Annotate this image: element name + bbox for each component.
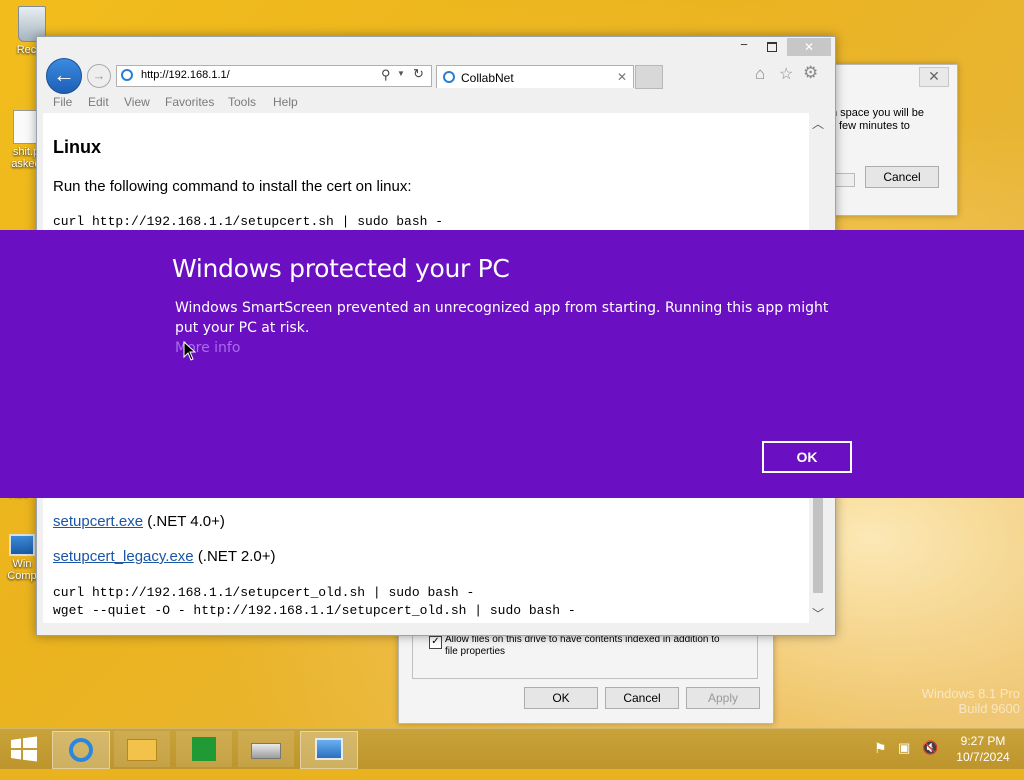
mouse-cursor-icon: [183, 341, 197, 361]
watermark-line: Windows 8.1 Pro: [921, 686, 1020, 701]
start-button[interactable]: [6, 735, 40, 763]
smartscreen-title: Windows protected your PC: [172, 254, 510, 283]
start-icon: [11, 736, 37, 762]
monitor-icon: [9, 534, 35, 556]
properties-apply-button[interactable]: Apply: [686, 687, 760, 709]
home-icon[interactable]: ⌂: [755, 64, 765, 84]
tab-title: CollabNet: [461, 71, 514, 85]
menu-tools[interactable]: Tools: [228, 95, 256, 109]
windows-watermark: Windows 8.1 Pro Build 9600: [908, 686, 1020, 716]
address-text: http://192.168.1.1/: [141, 69, 230, 81]
remote-desktop-icon: [315, 738, 343, 760]
index-checkbox-label-cont: file properties: [445, 646, 506, 657]
section-heading-linux: Linux: [53, 137, 101, 157]
menu-view[interactable]: View: [124, 95, 150, 109]
smartscreen-dialog: Windows protected your PC Windows SmartS…: [0, 230, 1024, 498]
link-suffix: (.NET 4.0+): [147, 513, 225, 530]
drive-icon: [251, 743, 281, 759]
store-icon: [192, 737, 216, 761]
taskbar-item-file-explorer[interactable]: [114, 731, 170, 767]
maximize-button[interactable]: [759, 39, 785, 55]
scroll-down-icon[interactable]: ﹀: [812, 605, 824, 622]
scroll-up-icon[interactable]: ︿: [812, 115, 824, 132]
taskbar-item-store[interactable]: [176, 731, 232, 767]
minimize-button[interactable]: −: [731, 38, 757, 55]
favorites-star-icon[interactable]: ☆: [779, 64, 793, 84]
download-link-row: setupcert_legacy.exe (.NET 2.0+): [53, 548, 275, 565]
clock[interactable]: 9:27 PM 10/7/2024: [952, 733, 1014, 773]
maximize-icon: [767, 42, 777, 52]
ie-page-icon: [121, 69, 133, 81]
clock-date: 10/7/2024: [956, 750, 1010, 764]
menu-file[interactable]: File: [53, 95, 72, 109]
linux-old-curl-command: curl http://192.168.1.1/setupcert_old.sh…: [53, 585, 475, 600]
address-bar[interactable]: http://192.168.1.1/ ⚲ ▼ ↻: [116, 65, 432, 87]
dialog-close-button[interactable]: ✕: [919, 67, 949, 87]
taskbar-item-internet-explorer[interactable]: [52, 731, 110, 769]
taskbar: ⚑ ▣ 🔇 9:27 PM 10/7/2024: [0, 728, 1024, 769]
watermark-line: Build 9600: [958, 701, 1020, 716]
close-button[interactable]: ✕: [787, 38, 831, 56]
taskbar-item-remote-desktop[interactable]: [300, 731, 358, 769]
dialog-cancel-button[interactable]: Cancel: [865, 166, 939, 188]
tab-close-icon[interactable]: ✕: [617, 70, 627, 84]
linux-old-wget-command: wget --quiet -O - http://192.168.1.1/set…: [53, 603, 576, 618]
dialog-text-line: h space you will be: [831, 107, 924, 119]
tab-collabnet[interactable]: CollabNet ✕: [436, 65, 634, 88]
setupcert-exe-link[interactable]: setupcert.exe: [53, 513, 143, 530]
file-explorer-icon: [127, 739, 157, 761]
taskbar-item-drive[interactable]: [238, 731, 294, 767]
action-center-flag-icon[interactable]: ⚑: [874, 740, 887, 780]
smartscreen-message: Windows SmartScreen prevented an unrecog…: [175, 300, 829, 336]
back-button[interactable]: ←: [46, 58, 82, 94]
dialog-text-line: few minutes to: [839, 120, 910, 132]
smartscreen-ok-button[interactable]: OK: [762, 441, 852, 473]
internet-explorer-icon: [69, 738, 93, 762]
index-checkbox[interactable]: ✓: [429, 636, 442, 649]
properties-ok-button[interactable]: OK: [524, 687, 598, 709]
gear-icon[interactable]: ⚙: [803, 63, 818, 83]
forward-button[interactable]: →: [87, 64, 111, 88]
new-tab-button[interactable]: [635, 65, 663, 89]
desktop-icon-label: Win Comp: [7, 558, 37, 582]
volume-muted-icon[interactable]: 🔇: [922, 740, 938, 780]
link-suffix: (.NET 2.0+): [197, 548, 276, 565]
menu-favorites[interactable]: Favorites: [165, 95, 214, 109]
menu-help[interactable]: Help: [273, 95, 298, 109]
forward-arrow-icon: →: [92, 68, 106, 83]
scrollbar-thumb[interactable]: [813, 493, 823, 593]
linux-command: curl http://192.168.1.1/setupcert.sh | s…: [53, 214, 444, 229]
properties-cancel-button[interactable]: Cancel: [605, 687, 679, 709]
ie-page-icon: [443, 71, 455, 83]
clock-time: 9:27 PM: [960, 734, 1006, 748]
menu-edit[interactable]: Edit: [88, 95, 109, 109]
linux-instruction: Run the following command to install the…: [53, 178, 412, 195]
back-arrow-icon: ←: [53, 62, 75, 87]
network-icon[interactable]: ▣: [898, 740, 910, 780]
setupcert-legacy-exe-link[interactable]: setupcert_legacy.exe: [53, 548, 194, 565]
dropdown-icon[interactable]: ▼: [397, 69, 405, 78]
download-link-row: setupcert.exe (.NET 4.0+): [53, 513, 225, 530]
refresh-icon[interactable]: ↻: [413, 66, 424, 82]
search-icon[interactable]: ⚲: [381, 67, 391, 83]
